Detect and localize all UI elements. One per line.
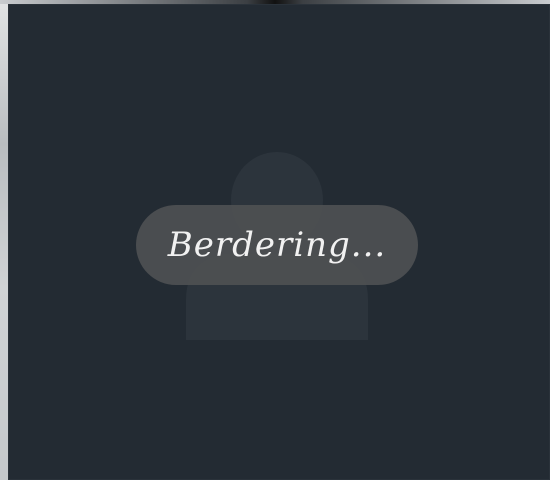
- call-status-pill: Berdering...: [136, 205, 418, 285]
- background-edge: [0, 0, 8, 480]
- call-status-text: Berdering...: [167, 225, 387, 265]
- call-screen: Berdering...: [8, 4, 550, 480]
